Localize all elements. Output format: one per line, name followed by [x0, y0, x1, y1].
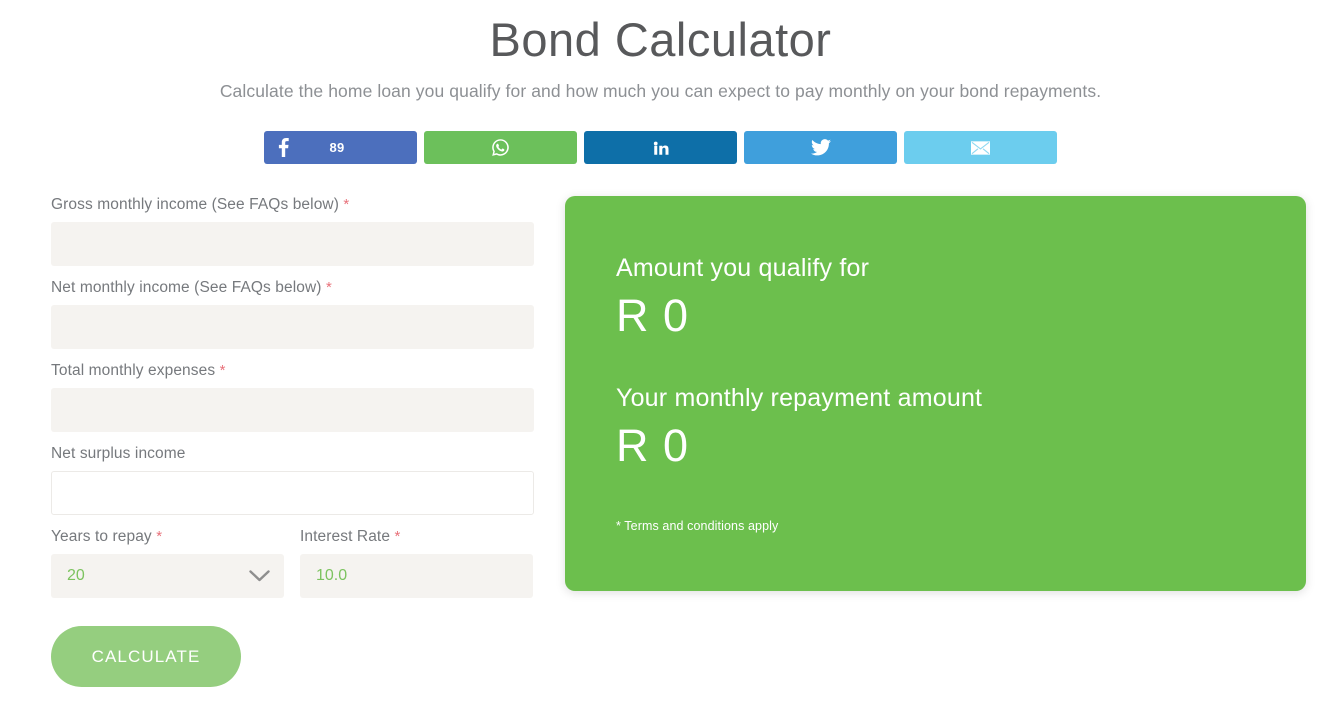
label-total-monthly-expenses: Total monthly expenses * [51, 362, 534, 380]
label-net-surplus-income: Net surplus income [51, 445, 534, 463]
field-total-monthly-expenses: Total monthly expenses * [51, 362, 534, 433]
share-button-email[interactable] [904, 131, 1057, 165]
required-marker: * [156, 528, 163, 546]
field-interest-rate: Interest Rate * [300, 528, 533, 599]
gross-monthly-income-input[interactable] [51, 222, 534, 267]
repayment-caption: Your monthly repayment amount [616, 383, 983, 412]
email-icon [971, 141, 990, 155]
share-button-facebook[interactable]: 89 [264, 131, 417, 165]
whatsapp-icon [491, 138, 510, 157]
label-net-monthly-income: Net monthly income (See FAQs below) * [51, 279, 534, 297]
interest-rate-input[interactable] [300, 554, 533, 599]
field-years-to-repay: Years to repay * 51015202530 [51, 528, 284, 599]
page-title: Bond Calculator [489, 13, 832, 66]
twitter-icon [810, 139, 831, 156]
required-marker: * [394, 528, 401, 546]
label-text: Interest Rate [300, 528, 391, 546]
qualify-amount: R 0 [616, 290, 690, 342]
required-marker: * [343, 196, 350, 214]
result-column: Amount you qualify for R 0 Your monthly … [534, 196, 1306, 592]
field-gross-monthly-income: Gross monthly income (See FAQs below) * [51, 196, 534, 267]
label-text: Gross monthly income (See FAQs below) [51, 196, 339, 214]
field-net-surplus-income: Net surplus income [51, 445, 534, 516]
repayment-block: Your monthly repayment amount R 0 [616, 384, 1306, 472]
share-button-whatsapp[interactable] [424, 131, 577, 165]
share-bar: 89 [0, 131, 1321, 165]
terms-and-conditions-note: * Terms and conditions apply [616, 519, 779, 534]
calculate-button[interactable]: CALCULATE [51, 626, 241, 688]
calculator-form: Gross monthly income (See FAQs below) * … [51, 196, 534, 688]
linkedin-icon [652, 139, 670, 157]
field-net-monthly-income: Net monthly income (See FAQs below) * [51, 279, 534, 350]
repayment-amount: R 0 [616, 419, 690, 471]
label-gross-monthly-income: Gross monthly income (See FAQs below) * [51, 196, 534, 214]
calculator-body: Gross monthly income (See FAQs below) * … [0, 196, 1321, 688]
total-monthly-expenses-input[interactable] [51, 388, 534, 433]
facebook-share-count: 89 [329, 140, 345, 156]
result-panel: Amount you qualify for R 0 Your monthly … [565, 196, 1306, 592]
qualify-caption: Amount you qualify for [616, 254, 870, 283]
qualify-block: Amount you qualify for R 0 [616, 254, 1306, 342]
label-text: Total monthly expenses [51, 362, 216, 380]
label-years-to-repay: Years to repay * [51, 528, 284, 546]
label-text: Years to repay [51, 528, 152, 546]
share-button-twitter[interactable] [744, 131, 897, 165]
years-and-rate-row: Years to repay * 51015202530 Interest Ra… [51, 528, 534, 599]
required-marker: * [325, 279, 332, 297]
page-subtitle: Calculate the home loan you qualify for … [219, 81, 1102, 102]
years-to-repay-select[interactable]: 51015202530 [51, 554, 284, 599]
net-surplus-income-input[interactable] [51, 471, 534, 516]
share-button-linkedin[interactable] [584, 131, 737, 165]
label-text: Net monthly income (See FAQs below) [51, 279, 322, 297]
facebook-icon [278, 138, 289, 158]
net-monthly-income-input[interactable] [51, 305, 534, 350]
required-marker: * [219, 362, 226, 380]
label-text: Net surplus income [51, 445, 186, 463]
label-interest-rate: Interest Rate * [300, 528, 533, 546]
